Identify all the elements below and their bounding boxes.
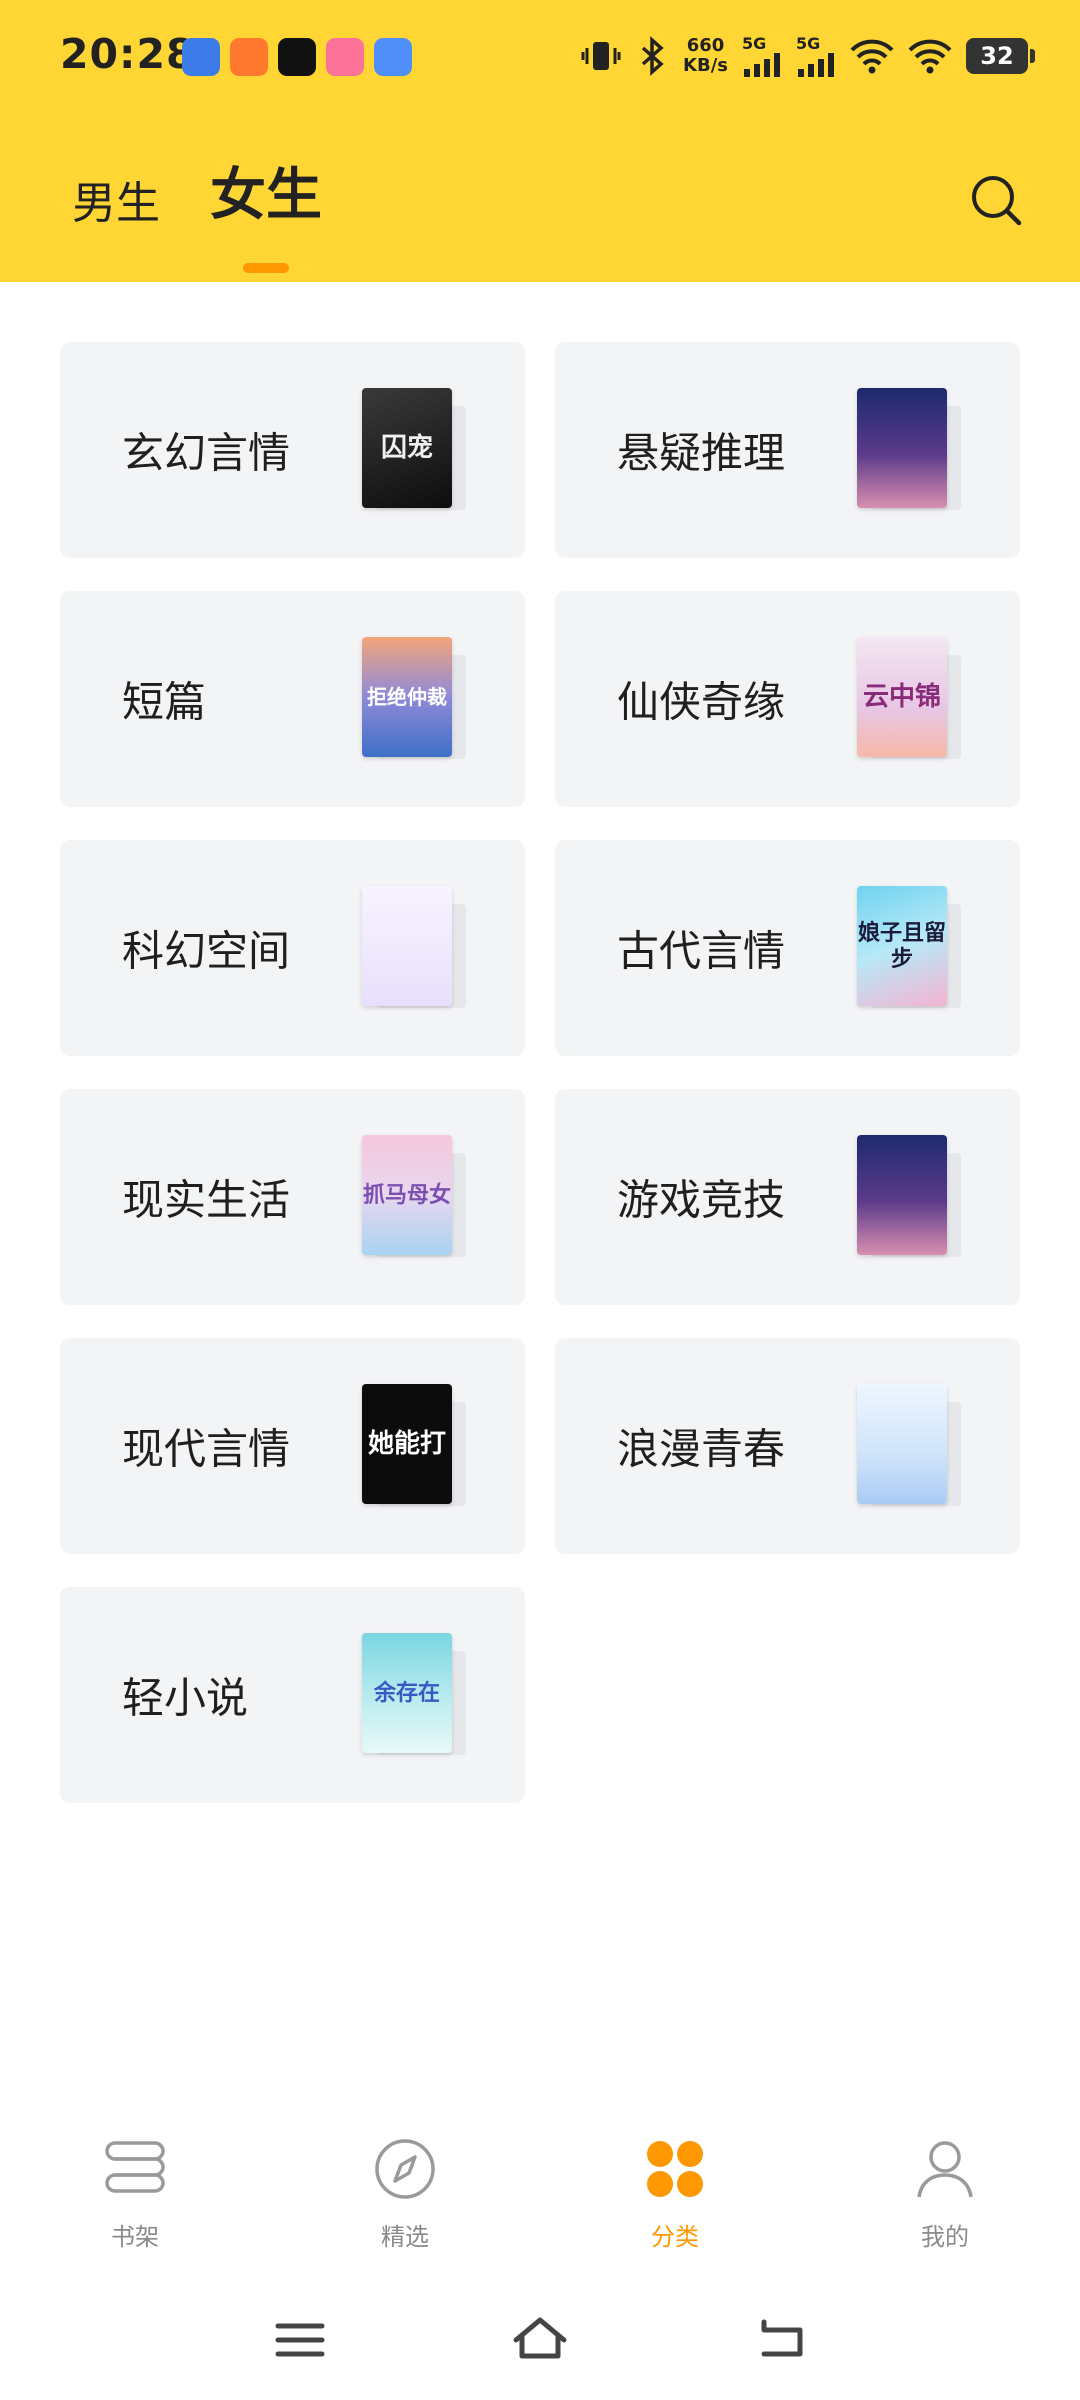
book-cover	[857, 1135, 947, 1255]
category-label: 古代言情	[617, 926, 786, 976]
nav-label: 我的	[921, 2223, 969, 2251]
active-tab-indicator	[243, 263, 289, 273]
bottom-navigation: 书架 精选 分类 我的	[0, 2120, 1080, 2260]
nav-label: 分类	[651, 2223, 699, 2251]
category-card-langman-qingchun[interactable]: 浪漫青春	[555, 1338, 1020, 1554]
category-card-qing-xiaoshuo[interactable]: 轻小说 余存在	[60, 1587, 525, 1803]
category-label: 现实生活	[122, 1175, 291, 1225]
book-cover-stack	[857, 1135, 961, 1257]
category-card-xiandai-yanqing[interactable]: 现代言情 她能打	[60, 1338, 525, 1554]
book-cover-stack	[857, 1384, 961, 1506]
category-card-xianxia-qiyuan[interactable]: 仙侠奇缘 云中锦	[555, 591, 1020, 807]
book-cover: 囚宠	[362, 388, 452, 508]
book-cover: 娘子且留步	[857, 886, 947, 1006]
home-icon[interactable]	[510, 2310, 570, 2370]
category-label: 玄幻言情	[122, 428, 291, 478]
book-cover-stack: 云中锦	[857, 637, 961, 759]
tab-male-label: 男生	[72, 178, 160, 229]
system-navigation-bar	[0, 2290, 1080, 2390]
search-icon[interactable]	[968, 172, 1024, 228]
status-bar: 20:28 660 KB/s 5G 5G 32	[0, 0, 1080, 120]
category-label: 游戏竞技	[617, 1175, 786, 1225]
cloud-notification-icon	[374, 38, 412, 76]
category-label: 仙侠奇缘	[617, 677, 786, 727]
signal-label: 5G	[742, 34, 767, 53]
compass-icon	[375, 2139, 435, 2199]
book-cover	[857, 388, 947, 508]
category-label: 浪漫青春	[617, 1424, 786, 1474]
book-cover-stack	[362, 886, 466, 1008]
category-label: 轻小说	[122, 1673, 249, 1723]
category-label: 现代言情	[122, 1424, 291, 1474]
signal-icon	[798, 53, 834, 77]
wifi-icon	[850, 39, 894, 73]
book-cover: 抓马母女	[362, 1135, 452, 1255]
menu-icon[interactable]	[270, 2310, 330, 2370]
book-cover: 她能打	[362, 1384, 452, 1504]
nav-profile[interactable]: 我的	[845, 2120, 1045, 2260]
category-card-youxi-jingji[interactable]: 游戏竞技	[555, 1089, 1020, 1305]
gender-tabs: 男生 女生	[72, 150, 322, 273]
book-cover	[857, 1384, 947, 1504]
signal-strength-1: 5G	[742, 34, 782, 77]
book-cover-stack	[857, 388, 961, 510]
signal-icon	[744, 53, 780, 77]
bookshelf-icon	[105, 2141, 165, 2193]
category-card-xuanyi-tuili[interactable]: 悬疑推理	[555, 342, 1020, 558]
book-cover-stack: 囚宠	[362, 388, 466, 510]
nav-featured[interactable]: 精选	[305, 2120, 505, 2260]
notification-icons	[182, 38, 412, 76]
book-cover: 云中锦	[857, 637, 947, 757]
app-notification-icon	[182, 38, 220, 76]
bluetooth-icon	[641, 35, 664, 76]
category-card-xuanhuan-yanqing[interactable]: 玄幻言情 囚宠	[60, 342, 525, 558]
book-cover-stack: 拒绝仲裁	[362, 637, 466, 759]
nav-category[interactable]: 分类	[575, 2120, 775, 2260]
profile-icon	[917, 2141, 973, 2198]
bilibili-notification-icon	[326, 38, 364, 76]
category-label: 短篇	[122, 677, 207, 727]
status-time: 20:28	[60, 30, 196, 78]
back-icon[interactable]	[750, 2310, 810, 2370]
app-notification-icon	[230, 38, 268, 76]
category-grid: 玄幻言情 囚宠 悬疑推理 短篇 拒绝仲裁 仙侠奇缘 云中锦 科幻空间 古代言情 …	[60, 342, 1020, 1803]
battery-indicator: 32	[966, 37, 1035, 74]
category-card-duanpian[interactable]: 短篇 拒绝仲裁	[60, 591, 525, 807]
category-card-gudai-yanqing[interactable]: 古代言情 娘子且留步	[555, 840, 1020, 1056]
book-cover: 余存在	[362, 1633, 452, 1753]
category-label: 悬疑推理	[617, 428, 786, 478]
book-cover: 拒绝仲裁	[362, 637, 452, 757]
nav-label: 精选	[381, 2223, 429, 2251]
net-speed-value: 660	[686, 34, 725, 56]
book-cover-stack: 抓马母女	[362, 1135, 466, 1257]
signal-strength-2: 5G	[796, 34, 836, 77]
category-card-kehuan-kongjian[interactable]: 科幻空间	[60, 840, 525, 1056]
book-cover-stack: 她能打	[362, 1384, 466, 1506]
tiktok-notification-icon	[278, 38, 316, 76]
book-cover	[362, 886, 452, 1006]
tab-male[interactable]: 男生	[72, 167, 160, 231]
category-icon	[647, 2141, 703, 2197]
signal-label: 5G	[796, 34, 821, 53]
book-cover-stack: 娘子且留步	[857, 886, 961, 1008]
system-status-icons: 660 KB/s 5G 5G 32	[581, 34, 1035, 77]
nav-label: 书架	[111, 2223, 159, 2251]
top-header: 20:28 660 KB/s 5G 5G 32 男生 女生	[0, 0, 1080, 282]
category-card-xianshi-shenghuo[interactable]: 现实生活 抓马母女	[60, 1089, 525, 1305]
tab-female-label: 女生	[210, 163, 322, 228]
net-speed-unit: KB/s	[683, 54, 728, 76]
tab-female[interactable]: 女生	[210, 150, 322, 273]
net-speed: 660 KB/s	[683, 34, 728, 76]
category-label: 科幻空间	[122, 926, 291, 976]
vibrate-icon	[581, 41, 621, 70]
nav-bookshelf[interactable]: 书架	[35, 2120, 235, 2260]
book-cover-stack: 余存在	[362, 1633, 466, 1755]
wifi-icon	[908, 39, 952, 73]
